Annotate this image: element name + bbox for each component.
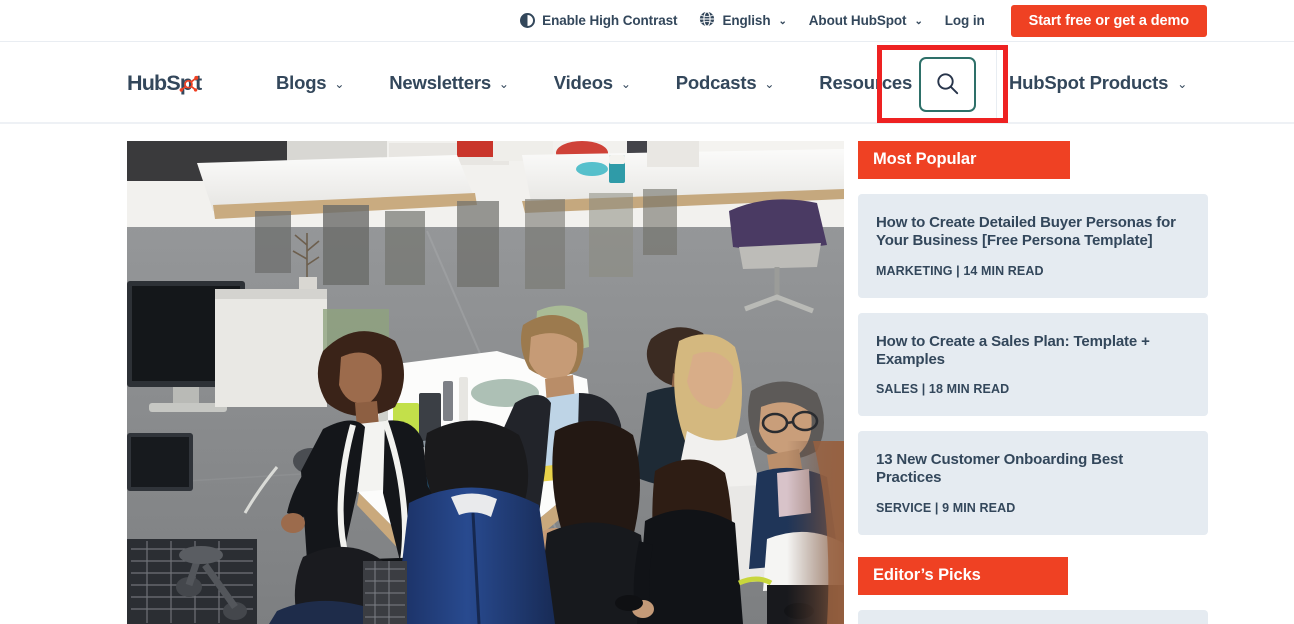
search-icon [935, 71, 960, 99]
nav-item-podcasts[interactable]: Podcasts ⌄ [676, 72, 775, 94]
article-title: How to Create Detailed Buyer Personas fo… [876, 214, 1176, 250]
chevron-down-icon: ⌄ [778, 15, 787, 27]
sidebar: Most Popular How to Create Detailed Buye… [858, 141, 1208, 624]
nav-item-podcasts-label: Podcasts [675, 71, 757, 93]
chevron-down-icon: ⌄ [498, 76, 509, 91]
svg-text:HubSp: HubSp [127, 71, 193, 95]
language-selector[interactable]: English ⌄ [699, 11, 787, 30]
start-free-or-get-demo-button[interactable]: Start free or get a demo [1010, 4, 1207, 37]
hubspot-logo[interactable]: HubSp t [127, 70, 213, 96]
nav-item-videos-label: Videos [553, 71, 613, 93]
about-hubspot-label: About HubSpot [808, 13, 907, 28]
search-button[interactable] [919, 57, 976, 112]
section-header-most-popular: Most Popular [858, 141, 1070, 179]
nav-item-resources[interactable]: Resources ⌄ [819, 72, 930, 94]
login-link[interactable]: Log in [945, 13, 985, 28]
hubspot-blog-page: Enable High Contrast English ⌄ About Hub… [0, 0, 1294, 624]
article-card[interactable]: How to Create Detailed Buyer Personas fo… [858, 194, 1208, 298]
nav-item-newsletters-label: Newsletters [389, 71, 491, 93]
nav-links: Blogs ⌄ Newsletters ⌄ Videos ⌄ Podcasts … [276, 72, 975, 94]
contrast-icon [520, 13, 536, 28]
main-navigation: HubSp t Blogs ⌄ Newsletters ⌄ Videos ⌄ P… [0, 43, 1294, 124]
about-hubspot-menu[interactable]: About HubSpot ⌄ [809, 13, 923, 28]
chevron-down-icon: ⌄ [620, 76, 631, 91]
nav-item-hubspot-products[interactable]: HubSpot Products ⌄ [1009, 72, 1187, 94]
content-area: Most Popular How to Create Detailed Buye… [0, 127, 1294, 624]
article-title: 13 New Customer Onboarding Best Practice… [876, 451, 1124, 487]
nav-divider [996, 45, 997, 123]
chevron-down-icon: ⌄ [914, 15, 923, 27]
nav-item-resources-label: Resources [819, 71, 913, 93]
nav-item-hubspot-products-label: HubSpot Products [1009, 71, 1169, 93]
article-card[interactable]: How to Create a Sales Plan: Template + E… [858, 312, 1208, 417]
article-card[interactable]: 13 New Customer Onboarding Best Practice… [858, 431, 1208, 535]
hero-image[interactable] [127, 141, 844, 624]
globe-icon [699, 11, 715, 30]
nav-item-blogs[interactable]: Blogs ⌄ [276, 72, 344, 94]
article-card[interactable]: The HubSpot Blog’s 2022 Content & Media … [858, 609, 1208, 624]
article-meta: MARKETING | 14 MIN READ [876, 263, 1044, 278]
enable-high-contrast-toggle[interactable]: Enable High Contrast [520, 13, 678, 28]
nav-item-blogs-label: Blogs [276, 71, 327, 93]
article-title: How to Create a Sales Plan: Template + E… [876, 332, 1150, 368]
nav-item-videos[interactable]: Videos ⌄ [554, 72, 631, 94]
chevron-down-icon: ⌄ [764, 76, 775, 91]
article-meta: SALES | 18 MIN READ [876, 382, 1010, 397]
chevron-down-icon: ⌄ [334, 76, 345, 91]
article-meta: SERVICE | 9 MIN READ [876, 500, 1016, 515]
nav-item-newsletters[interactable]: Newsletters ⌄ [389, 72, 509, 94]
language-label: English [722, 13, 771, 28]
enable-high-contrast-label: Enable High Contrast [542, 13, 678, 28]
section-header-editors-picks: Editor’s Picks [858, 556, 1068, 595]
chevron-down-icon: ⌄ [1177, 76, 1188, 91]
utility-bar: Enable High Contrast English ⌄ About Hub… [0, 0, 1294, 42]
login-label: Log in [944, 13, 985, 28]
